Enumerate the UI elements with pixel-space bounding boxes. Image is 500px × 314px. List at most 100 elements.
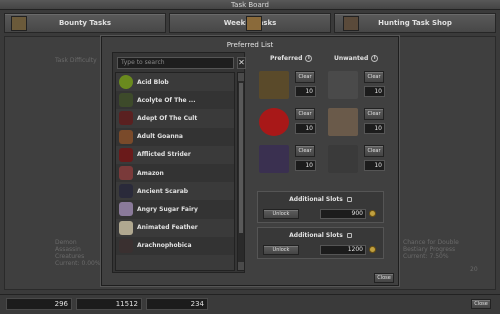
- list-item[interactable]: Adept Of The Cult: [116, 109, 234, 128]
- coin-icon: [369, 246, 376, 253]
- dialog-title: Preferred List: [226, 41, 274, 49]
- scroll-icon: [246, 16, 262, 31]
- creature-name: Arachnophobica: [137, 242, 192, 250]
- additional-slots-label: Additional Slots: [258, 232, 383, 239]
- counter-value: 234: [146, 298, 208, 310]
- tab-bar: Bounty Tasks Weekly Tasks Hunting Task S…: [4, 13, 496, 33]
- info-icon[interactable]: i: [305, 55, 313, 62]
- preferred-slot: Clear 10: [257, 66, 320, 103]
- creature-name: Afflicted Strider: [137, 151, 191, 159]
- list-item[interactable]: Ancient Scarab: [116, 182, 234, 201]
- price-value: 1200: [320, 245, 366, 255]
- scroll-up-icon[interactable]: [238, 73, 244, 81]
- slot-count: 10: [295, 160, 316, 171]
- tab-label: Hunting Task Shop: [378, 19, 452, 27]
- scroll-down-icon[interactable]: [238, 262, 244, 270]
- house-icon: [11, 16, 27, 31]
- list-item[interactable]: Acid Blob: [116, 73, 234, 92]
- task-difficulty-label: Task Difficulty: [55, 57, 97, 64]
- creature-sprite-icon[interactable]: [328, 71, 358, 99]
- slot-count: 10: [364, 160, 385, 171]
- list-item[interactable]: Animated Feather: [116, 218, 234, 237]
- scroll-thumb[interactable]: [239, 83, 243, 233]
- creature-sprite-icon: [119, 75, 133, 90]
- slot-count: 10: [295, 123, 316, 134]
- creature-sprite-icon: [119, 238, 133, 253]
- creature-name: Adult Goanna: [137, 133, 183, 141]
- creature-name: Adept Of The Cult: [137, 114, 198, 122]
- slot-count: 10: [364, 86, 385, 97]
- creature-sprite-icon: [119, 111, 133, 126]
- coin-icon: [369, 210, 376, 217]
- preferred-slot: Clear 10: [257, 140, 320, 177]
- creature-list-pane: Type to search ✕ Acid Blob Acolyte Of Th…: [112, 52, 246, 273]
- unlock-button[interactable]: Unlock: [263, 209, 299, 219]
- lock-icon: [346, 233, 352, 238]
- creature-name: Acolyte Of The ...: [137, 96, 196, 104]
- preferred-slot: Clear 10: [257, 103, 320, 140]
- unwanted-slot: Clear 10: [326, 66, 389, 103]
- creature-name: Ancient Scarab: [137, 187, 189, 195]
- clear-button[interactable]: Clear: [364, 71, 384, 83]
- demon-assassin-card: Demon Assassin Creatures Current: 0.00%: [55, 239, 101, 267]
- list-item[interactable]: Acolyte Of The ...: [116, 91, 234, 110]
- creature-sprite-icon[interactable]: [328, 108, 358, 136]
- unlock-button[interactable]: Unlock: [263, 245, 299, 255]
- list-item[interactable]: [116, 254, 234, 270]
- counter-value: 11512: [76, 298, 142, 310]
- preferred-header: Preferred i: [270, 55, 313, 62]
- tab-hunting-task-shop[interactable]: Hunting Task Shop: [334, 13, 496, 33]
- creature-name: Amazon: [137, 169, 164, 177]
- creature-sprite-icon[interactable]: [259, 108, 289, 136]
- list-scrollbar[interactable]: [237, 72, 245, 271]
- price-value: 900: [320, 209, 366, 219]
- shop-icon: [343, 16, 359, 31]
- slot-count: 10: [364, 123, 385, 134]
- creature-sprite-icon[interactable]: [259, 145, 289, 173]
- clear-button[interactable]: Clear: [364, 108, 384, 120]
- list-item[interactable]: Angry Sugar Fairy: [116, 200, 234, 219]
- info-icon[interactable]: i: [371, 55, 379, 62]
- creature-sprite-icon[interactable]: [328, 145, 358, 173]
- creature-sprite-icon: [119, 184, 133, 199]
- creature-sprite-icon: [119, 93, 133, 108]
- bestiary-value: 20: [470, 266, 478, 273]
- close-dialog-button[interactable]: Close: [374, 273, 394, 283]
- creature-name: Animated Feather: [137, 224, 198, 232]
- tab-weekly-tasks[interactable]: Weekly Tasks: [169, 13, 331, 33]
- creature-sprite-icon: [119, 129, 133, 144]
- creature-name: Acid Blob: [137, 78, 169, 86]
- creature-sprite-icon: [119, 166, 133, 181]
- tab-bounty-tasks[interactable]: Bounty Tasks: [4, 13, 166, 33]
- clear-button[interactable]: Clear: [295, 145, 315, 157]
- creature-sprite-icon: [119, 220, 133, 235]
- additional-slots-panel: Additional Slots Unlock 1200: [257, 227, 384, 259]
- creature-list: Acid Blob Acolyte Of The ... Adept Of Th…: [115, 72, 235, 271]
- clear-search-button[interactable]: ✕: [237, 57, 246, 69]
- unwanted-header: Unwanted i: [334, 55, 379, 62]
- unwanted-slot: Clear 10: [326, 103, 389, 140]
- slots-pane: Preferred i Unwanted i Clear 10 Clear 10 C…: [254, 52, 391, 263]
- clear-button[interactable]: Clear: [295, 71, 315, 83]
- list-item[interactable]: Amazon: [116, 163, 234, 183]
- window-title: Task Board: [0, 0, 500, 10]
- list-item[interactable]: Adult Goanna: [116, 127, 234, 146]
- clear-button[interactable]: Clear: [295, 108, 315, 120]
- creature-sprite-icon: [119, 202, 133, 217]
- unwanted-slot: Clear 10: [326, 140, 389, 177]
- list-item[interactable]: Arachnophobica: [116, 236, 234, 255]
- list-item[interactable]: Afflicted Strider: [116, 145, 234, 164]
- lock-icon: [346, 197, 352, 202]
- status-bar: 296 11512 234 Close: [0, 294, 500, 314]
- close-button[interactable]: Close: [471, 299, 491, 309]
- search-input[interactable]: Type to search: [117, 57, 234, 69]
- clear-button[interactable]: Clear: [364, 145, 384, 157]
- double-bestiary-card: Chance for Double Bestiary Progress Curr…: [403, 239, 459, 260]
- additional-slots-label: Additional Slots: [258, 196, 383, 203]
- counter-value: 296: [6, 298, 72, 310]
- additional-slots-panel: Additional Slots Unlock 900: [257, 191, 384, 223]
- creature-name: Angry Sugar Fairy: [137, 205, 198, 213]
- creature-sprite-icon[interactable]: [259, 71, 289, 99]
- creature-sprite-icon: [119, 147, 133, 162]
- preferred-list-dialog: Preferred List Type to search ✕ Acid Blo…: [101, 36, 399, 286]
